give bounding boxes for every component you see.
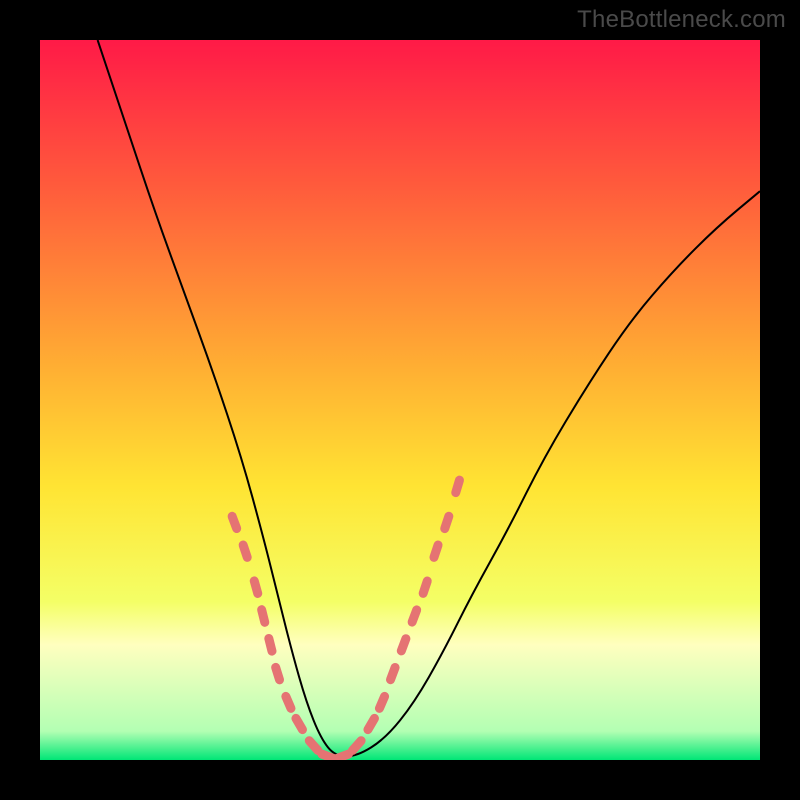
chart-frame: TheBottleneck.com (0, 0, 800, 800)
watermark-text: TheBottleneck.com (577, 6, 786, 34)
plot-area (40, 40, 760, 760)
chart-svg (40, 40, 760, 760)
